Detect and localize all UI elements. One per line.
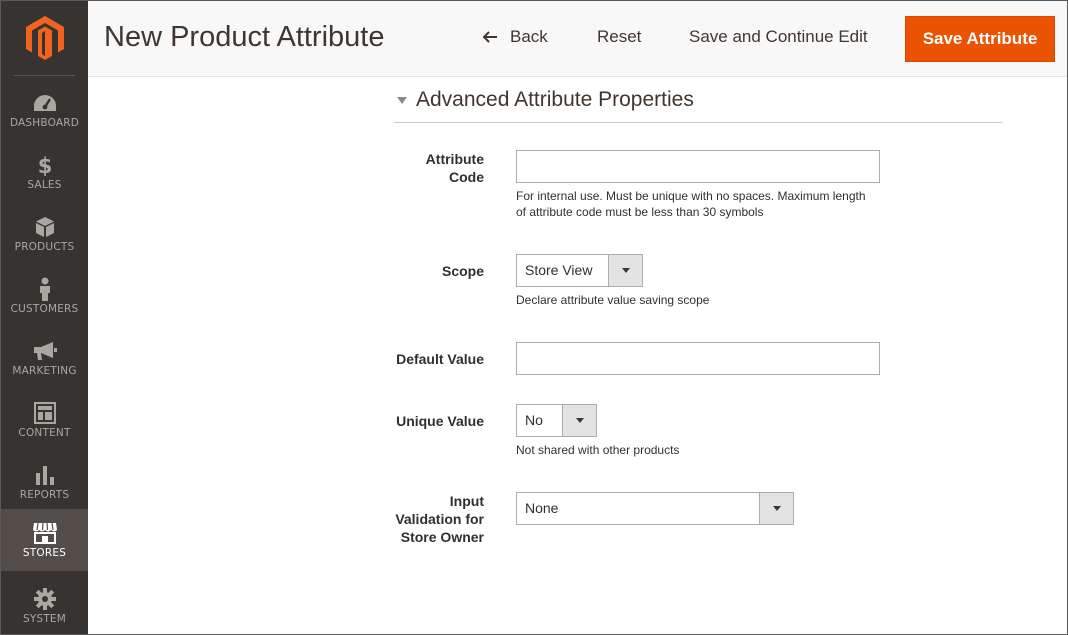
default-value-input[interactable] [516,342,880,375]
nav-label: CUSTOMERS [10,303,79,315]
layout-icon [32,401,58,425]
nav-label: CONTENT [18,427,71,439]
logo-divider [14,75,75,76]
nav-label: STORES [22,547,67,559]
unique-value-select[interactable]: No [516,404,597,437]
input-validation-label: Input Validation for Store Owner [395,493,484,545]
collapse-triangle-icon [397,97,407,104]
scope-select[interactable]: Store View [516,254,643,287]
scope-select-value: Store View [525,262,593,278]
back-button-label: Back [510,27,548,46]
default-value-label: Default Value [396,351,484,367]
attribute-code-note: For internal use. Must be unique with no… [516,189,866,219]
dashboard-icon [32,91,58,115]
gear-icon [32,587,58,611]
magento-logo-icon [25,16,64,60]
chevron-down-icon [562,405,596,436]
unique-value-label: Unique Value [396,413,484,429]
storefront-icon [32,521,58,545]
person-icon [32,277,58,301]
nav-sales[interactable]: $ SALES [1,141,88,203]
bar-chart-icon [32,463,58,487]
attribute-code-label: Attribute Code [425,151,484,185]
unique-value-note: Not shared with other products [516,443,680,457]
nav-reports[interactable]: REPORTS [1,451,88,513]
svg-text:$: $ [37,154,52,177]
nav-customers[interactable]: CUSTOMERS [1,265,88,327]
reset-button[interactable]: Reset [597,27,641,47]
magento-logo[interactable] [1,1,88,75]
admin-sidebar: DASHBOARD $ SALES PRODUCTS CUSTOMERS MAR… [1,1,88,634]
nav-products[interactable]: PRODUCTS [1,203,88,265]
scope-note: Declare attribute value saving scope [516,293,710,307]
chevron-down-icon [759,493,793,524]
section-title: Advanced Attribute Properties [416,88,694,111]
nav-dashboard[interactable]: DASHBOARD [1,79,88,141]
page-header: New Product Attribute Back Reset Save an… [88,1,1067,77]
nav-label: REPORTS [19,489,70,501]
input-validation-select[interactable]: None [516,492,794,525]
chevron-down-icon [608,255,642,286]
nav-content[interactable]: CONTENT [1,389,88,451]
save-and-continue-button[interactable]: Save and Continue Edit [689,27,868,47]
scope-label: Scope [441,263,484,279]
nav-label: SYSTEM [22,613,67,625]
megaphone-icon [32,339,58,363]
nav-marketing[interactable]: MARKETING [1,327,88,389]
nav-label: MARKETING [12,365,77,377]
admin-page: DASHBOARD $ SALES PRODUCTS CUSTOMERS MAR… [0,0,1068,635]
nav-label: PRODUCTS [14,241,75,253]
section-toggle-advanced-properties[interactable]: Advanced Attribute Properties [394,87,1002,123]
input-validation-select-value: None [525,500,559,516]
attribute-code-input[interactable] [516,150,880,183]
nav-stores[interactable]: STORES [1,509,88,571]
unique-value-select-value: No [525,412,543,428]
dollar-icon: $ [32,153,58,177]
nav-label: SALES [27,179,62,191]
save-attribute-button[interactable]: Save Attribute [905,16,1055,62]
nav-label: DASHBOARD [9,117,80,129]
page-title: New Product Attribute [104,21,385,53]
cube-icon [32,215,58,239]
back-button[interactable]: Back [482,27,548,47]
nav-system[interactable]: SYSTEM [1,575,88,634]
arrow-left-icon [482,31,497,43]
